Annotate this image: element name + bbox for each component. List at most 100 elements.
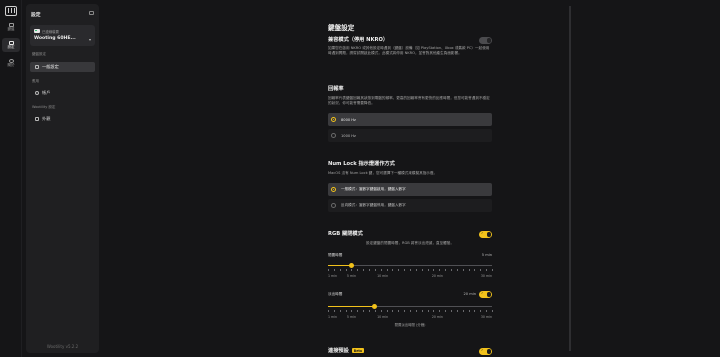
rgb-off-title: RGB 關閉模式	[328, 231, 363, 237]
slider-tick	[392, 310, 394, 312]
check-icon: ✓	[481, 231, 484, 236]
slider-tick	[462, 310, 464, 312]
idle-time-label: 閒置時間	[328, 253, 343, 257]
radio-icon	[331, 117, 336, 122]
slider-tick	[328, 310, 329, 312]
slider-tick-label: 30 min	[480, 315, 492, 319]
slider-tick	[333, 269, 335, 271]
numlock-option-normal[interactable]: 一般模式：當數字鍵盤啟用，鍵盤入數字	[328, 183, 492, 196]
numlock-option-reverse[interactable]: 反向模式：當數字鍵盤停用，鍵盤入數字	[328, 199, 492, 212]
slider-tick	[363, 310, 364, 312]
slider-tick	[468, 310, 470, 312]
slider-tick	[480, 310, 481, 312]
fade-time-slider[interactable]	[328, 304, 492, 309]
device-status: 已連線裝置	[42, 30, 59, 34]
idle-time-value: 5 min	[481, 253, 492, 257]
sidebar-item-appearance[interactable]: 外觀	[30, 114, 95, 124]
slider-tick-label: 20 min	[431, 315, 443, 319]
slider-tick-label: 10 min	[377, 274, 389, 278]
slider-tick	[345, 269, 347, 271]
slider-tick	[474, 310, 476, 312]
slider-tick	[328, 269, 329, 271]
slider-tick-label: 1 min	[328, 315, 338, 319]
slider-tick-label: 20 min	[431, 274, 443, 278]
radio-icon	[331, 187, 336, 192]
slider-tick	[404, 269, 405, 271]
slider-tick	[445, 310, 446, 312]
slider-thumb[interactable]	[348, 263, 354, 268]
palette-icon	[35, 117, 39, 121]
slider-tick	[421, 310, 423, 312]
sidebar-item-label: 外觀	[42, 116, 51, 121]
slider-tick	[492, 269, 493, 271]
slider-tick	[386, 269, 388, 271]
rail-item-about[interactable]: 關於	[2, 56, 20, 70]
slider-tick	[451, 269, 452, 271]
slider-tick	[410, 269, 411, 271]
slider-thumb[interactable]	[372, 304, 378, 309]
settings-content: 鍵盤設定 兼容模式（停用 NKRO） 如果您在啟用 NKRO 或其他設定時遇到（…	[328, 0, 493, 357]
slider-tick	[392, 269, 394, 271]
numlock-title: Num Lock 指示燈運作方式	[328, 161, 395, 167]
page-title: 鍵盤設定	[328, 24, 355, 32]
slider-tick	[363, 269, 364, 271]
sidebar-item-label: 帳戶	[42, 90, 51, 95]
rgb-off-toggle[interactable]: ✓	[479, 231, 492, 238]
polling-rate-title: 回報率	[328, 86, 344, 92]
sidebar-section-label: 應用	[32, 79, 39, 83]
fade-time-value: 20 min	[463, 292, 477, 296]
slider-tick	[480, 269, 481, 271]
user-icon	[35, 91, 39, 95]
preset-section-title: 連接預設 Beta	[328, 347, 365, 354]
slider-ticks	[328, 310, 493, 313]
sidebar-section-label: 鍵盤設定	[32, 52, 46, 56]
slider-tick	[386, 310, 388, 312]
device-selector[interactable]: 已連線裝置 Wooting 60HE... ▾	[30, 25, 95, 46]
fade-time-toggle[interactable]: ✓	[479, 291, 492, 298]
slider-tick	[433, 310, 435, 312]
slider-tick	[474, 269, 476, 271]
slider-tick	[427, 310, 429, 312]
slider-tick	[339, 310, 341, 312]
rail-item-label: 設定	[7, 44, 15, 49]
slider-tick	[433, 269, 435, 271]
slider-tick-label: 30 min	[480, 274, 492, 278]
slider-scale-note: 閒置淡出時間 (分鐘)	[394, 323, 426, 327]
rail-item-settings[interactable]: 設定	[2, 38, 20, 52]
nkro-toggle[interactable]	[479, 37, 492, 44]
slider-tick	[369, 269, 370, 271]
sidebar-item-general[interactable]: 一般設定	[30, 62, 95, 72]
preset-title: 連接預設	[328, 348, 349, 354]
beta-badge: Beta	[351, 348, 365, 353]
slider-tick	[468, 269, 470, 271]
rail-item-keyboard[interactable]: 鍵盤	[2, 20, 20, 34]
sliders-icon	[35, 65, 39, 69]
sidebar-section-label: Wootility 設定	[32, 105, 56, 109]
slider-tick	[439, 310, 440, 312]
radio-icon	[331, 203, 336, 208]
settings-sidebar: 設定 已連線裝置 Wooting 60HE... ▾ 鍵盤設定 一般設定 應用 …	[26, 4, 99, 353]
toggle-knob	[486, 38, 491, 43]
slider-tick	[345, 310, 347, 312]
slider-tick	[339, 269, 341, 271]
slider-fill	[328, 264, 352, 267]
radio-icon	[331, 133, 336, 138]
slider-tick	[404, 310, 405, 312]
preset-toggle[interactable]: ✓	[479, 348, 492, 355]
slider-tick	[357, 310, 358, 312]
slider-tick-label: 5 min	[346, 315, 356, 319]
idle-time-slider[interactable]	[328, 263, 492, 268]
check-icon: ✓	[481, 291, 484, 296]
slider-tick	[410, 310, 411, 312]
wooting-logo-icon	[5, 6, 17, 16]
numlock-description: MacOS 沒有 Num Lock 鍵，您可選擇下一種模式來模擬其指示燈。	[328, 171, 438, 175]
polling-option-1000[interactable]: 1000 Hz	[328, 129, 492, 142]
main-scrollbar[interactable]	[569, 6, 571, 351]
toggle-knob	[486, 232, 491, 237]
polling-option-8000[interactable]: 8000 Hz	[328, 113, 492, 126]
slider-tick	[427, 269, 429, 271]
collapse-sidebar-icon[interactable]	[89, 11, 94, 15]
slider-ticks	[328, 269, 493, 272]
sidebar-item-account[interactable]: 帳戶	[30, 88, 95, 98]
nkro-title: 兼容模式（停用 NKRO）	[328, 37, 389, 43]
